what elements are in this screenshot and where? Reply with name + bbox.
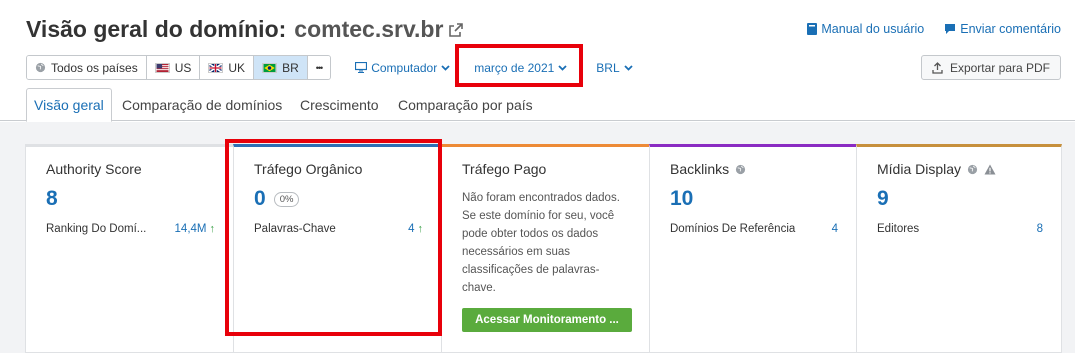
domain-name[interactable]: comtec.srv.br (294, 16, 443, 43)
tab-domain-comparison[interactable]: Comparação de domínios (122, 88, 282, 121)
domain-rank-number: 14,4M (174, 223, 207, 235)
manual-link-label: Manual do usuário (821, 22, 925, 36)
globe-icon (736, 164, 746, 174)
display-value[interactable]: 9 (877, 187, 889, 211)
tab-bar: Visão geral Comparação de domínios Cresc… (0, 88, 1075, 122)
manual-link[interactable]: Manual do usuário (807, 22, 924, 36)
country-selector: Todos os países US UK BR ••• (26, 55, 332, 80)
backlinks-sub-row: Domínios De Referência 4 (670, 223, 838, 235)
publishers-label: Editores (877, 223, 920, 235)
card-title: Tráfego Pago (462, 161, 546, 177)
book-icon (807, 23, 818, 35)
authority-sub-row: Ranking Do Domí... 14,4M ↑ (46, 223, 215, 235)
country-all[interactable]: Todos os países (27, 56, 147, 79)
paid-empty-message: Não foram encontrados dados. Se este dom… (462, 192, 620, 294)
tab-country-comparison[interactable]: Comparação por país (398, 88, 533, 121)
warning-icon[interactable] (984, 164, 996, 175)
feedback-link[interactable]: Enviar comentário (944, 22, 1061, 36)
br-flag-icon (262, 62, 278, 73)
date-highlight-box (455, 44, 583, 87)
country-us[interactable]: US (146, 56, 201, 79)
uk-flag-icon (208, 62, 224, 73)
page-title: Visão geral do domínio: (26, 16, 287, 42)
tab-growth-label: Crescimento (300, 96, 379, 113)
monitor-icon (355, 62, 368, 73)
more-countries-button[interactable]: ••• (307, 56, 331, 79)
country-all-label: Todos os países (51, 60, 138, 75)
authority-score-card: Authority Score 8 Ranking Do Domí... 14,… (25, 144, 234, 353)
country-br[interactable]: BR (254, 56, 308, 79)
domain-rank-label: Ranking Do Domí... (46, 223, 147, 235)
card-title: Authority Score (46, 161, 142, 177)
backlinks-title: Backlinks (670, 161, 730, 177)
currency-label: BRL (596, 60, 620, 75)
feedback-link-label: Enviar comentário (960, 22, 1061, 36)
page-header: Visão geral do domínio: comtec.srv.br (26, 16, 464, 43)
speech-bubble-icon (945, 24, 956, 34)
device-dropdown[interactable]: Computador (355, 61, 450, 75)
country-us-label: US (174, 60, 192, 75)
globe-icon (35, 62, 46, 73)
chevron-down-icon (441, 64, 450, 71)
tab-overview[interactable]: Visão geral (26, 88, 112, 122)
external-link-icon[interactable] (449, 22, 464, 37)
backlinks-value[interactable]: 10 (670, 187, 693, 211)
device-label: Computador (371, 60, 438, 75)
currency-dropdown[interactable]: BRL (596, 60, 633, 75)
paid-title: Tráfego Pago (462, 161, 547, 177)
export-icon (932, 61, 943, 74)
tab-overview-label: Visão geral (34, 97, 104, 113)
more-icon: ••• (315, 62, 324, 73)
card-title: Backlinks (670, 161, 746, 177)
arrow-up-icon: ↑ (209, 223, 216, 235)
display-title: Mídia Display (877, 161, 962, 177)
display-media-card: Mídia Display 9 Editores 8 (856, 144, 1062, 353)
tab-country-comparison-label: Comparação por país (398, 96, 533, 113)
authority-value[interactable]: 8 (46, 187, 58, 211)
card-title: Mídia Display (877, 161, 996, 177)
paid-traffic-card: Tráfego Pago Não foram encontrados dados… (441, 144, 650, 353)
country-br-label: BR (282, 60, 299, 75)
export-pdf-button[interactable]: Exportar para PDF (920, 55, 1061, 80)
country-uk-label: UK (228, 60, 246, 75)
display-sub-row: Editores 8 (877, 223, 1043, 235)
tab-growth[interactable]: Crescimento (300, 88, 379, 121)
chevron-down-icon (624, 64, 633, 71)
referring-domains-value[interactable]: 4 (832, 223, 838, 235)
top-links: Manual do usuário Enviar comentário (807, 22, 1061, 36)
publishers-value[interactable]: 8 (1037, 223, 1043, 235)
country-uk[interactable]: UK (200, 56, 255, 79)
organic-highlight-box (225, 139, 442, 336)
globe-icon (967, 164, 978, 174)
export-pdf-label: Exportar para PDF (949, 60, 1050, 75)
us-flag-icon (154, 62, 170, 73)
authority-title: Authority Score (46, 161, 142, 177)
backlinks-card: Backlinks 10 Domínios De Referência 4 (649, 144, 857, 353)
tab-domain-comparison-label: Comparação de domínios (122, 96, 283, 113)
referring-domains-label: Domínios De Referência (670, 223, 796, 235)
domain-rank-value[interactable]: 14,4M ↑ (175, 223, 215, 235)
access-monitoring-button[interactable]: Acessar Monitoramento ... (462, 308, 632, 332)
